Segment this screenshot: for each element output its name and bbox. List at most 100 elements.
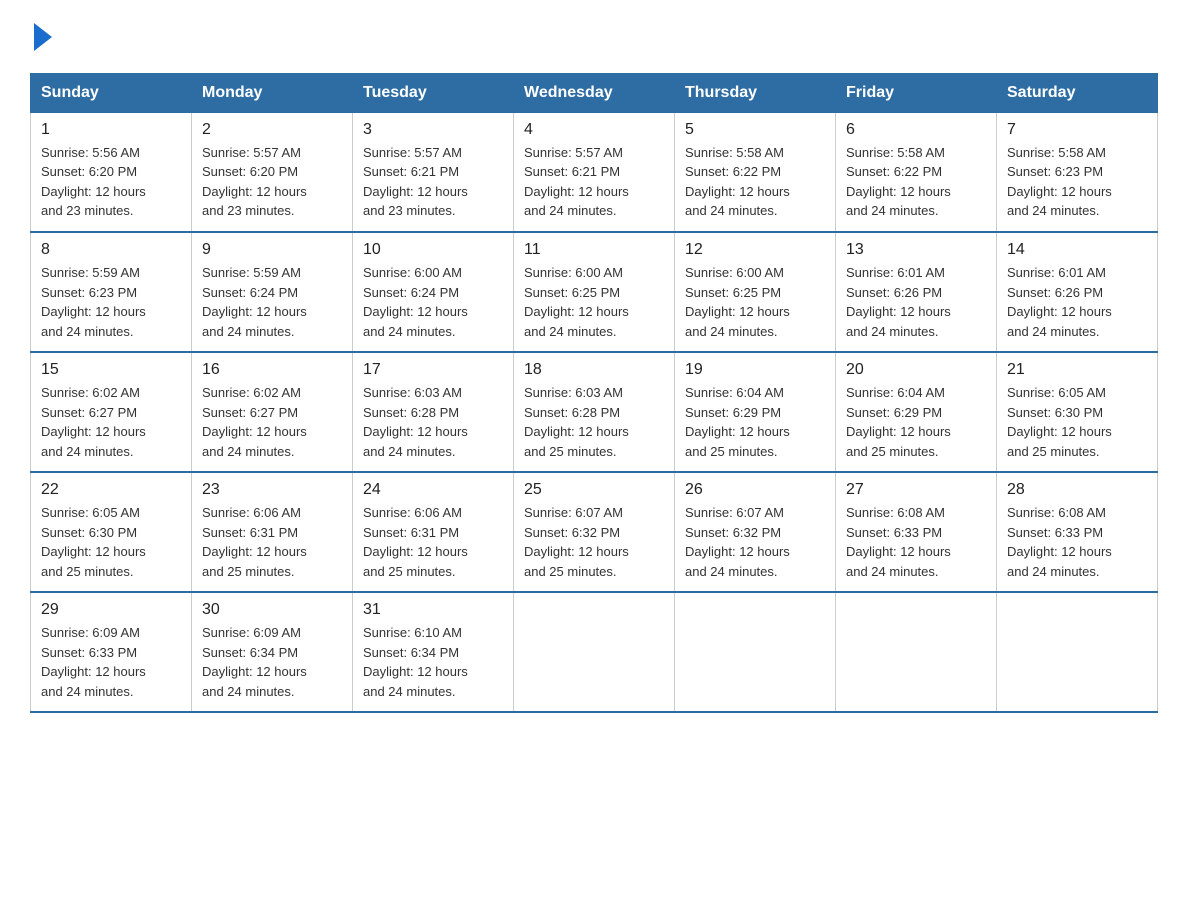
logo — [30, 20, 52, 53]
day-number: 23 — [202, 481, 342, 499]
day-number: 28 — [1007, 481, 1147, 499]
calendar-cell: 28 Sunrise: 6:08 AM Sunset: 6:33 PM Dayl… — [997, 472, 1158, 592]
day-number: 3 — [363, 121, 503, 139]
day-info: Sunrise: 5:57 AM Sunset: 6:21 PM Dayligh… — [363, 143, 503, 221]
day-info: Sunrise: 5:58 AM Sunset: 6:23 PM Dayligh… — [1007, 143, 1147, 221]
day-number: 19 — [685, 361, 825, 379]
calendar-cell — [514, 592, 675, 712]
calendar-cell: 5 Sunrise: 5:58 AM Sunset: 6:22 PM Dayli… — [675, 112, 836, 232]
day-info: Sunrise: 5:58 AM Sunset: 6:22 PM Dayligh… — [685, 143, 825, 221]
header-wednesday: Wednesday — [514, 73, 675, 112]
day-number: 4 — [524, 121, 664, 139]
calendar-cell: 6 Sunrise: 5:58 AM Sunset: 6:22 PM Dayli… — [836, 112, 997, 232]
calendar-week-5: 29 Sunrise: 6:09 AM Sunset: 6:33 PM Dayl… — [31, 592, 1158, 712]
header-tuesday: Tuesday — [353, 73, 514, 112]
day-info: Sunrise: 5:57 AM Sunset: 6:20 PM Dayligh… — [202, 143, 342, 221]
day-info: Sunrise: 6:06 AM Sunset: 6:31 PM Dayligh… — [202, 503, 342, 581]
calendar-cell: 7 Sunrise: 5:58 AM Sunset: 6:23 PM Dayli… — [997, 112, 1158, 232]
day-info: Sunrise: 6:00 AM Sunset: 6:24 PM Dayligh… — [363, 263, 503, 341]
day-number: 20 — [846, 361, 986, 379]
day-number: 22 — [41, 481, 181, 499]
calendar-cell: 30 Sunrise: 6:09 AM Sunset: 6:34 PM Dayl… — [192, 592, 353, 712]
day-number: 21 — [1007, 361, 1147, 379]
calendar-week-1: 1 Sunrise: 5:56 AM Sunset: 6:20 PM Dayli… — [31, 112, 1158, 232]
header-sunday: Sunday — [31, 73, 192, 112]
calendar-cell: 27 Sunrise: 6:08 AM Sunset: 6:33 PM Dayl… — [836, 472, 997, 592]
day-info: Sunrise: 6:08 AM Sunset: 6:33 PM Dayligh… — [1007, 503, 1147, 581]
day-info: Sunrise: 6:08 AM Sunset: 6:33 PM Dayligh… — [846, 503, 986, 581]
page-header — [30, 20, 1158, 53]
day-number: 2 — [202, 121, 342, 139]
day-info: Sunrise: 5:58 AM Sunset: 6:22 PM Dayligh… — [846, 143, 986, 221]
calendar-cell: 16 Sunrise: 6:02 AM Sunset: 6:27 PM Dayl… — [192, 352, 353, 472]
day-number: 18 — [524, 361, 664, 379]
calendar-cell: 22 Sunrise: 6:05 AM Sunset: 6:30 PM Dayl… — [31, 472, 192, 592]
day-info: Sunrise: 6:09 AM Sunset: 6:34 PM Dayligh… — [202, 623, 342, 701]
day-info: Sunrise: 6:07 AM Sunset: 6:32 PM Dayligh… — [685, 503, 825, 581]
header-thursday: Thursday — [675, 73, 836, 112]
calendar-cell: 11 Sunrise: 6:00 AM Sunset: 6:25 PM Dayl… — [514, 232, 675, 352]
day-info: Sunrise: 6:01 AM Sunset: 6:26 PM Dayligh… — [1007, 263, 1147, 341]
day-info: Sunrise: 6:05 AM Sunset: 6:30 PM Dayligh… — [41, 503, 181, 581]
day-info: Sunrise: 6:00 AM Sunset: 6:25 PM Dayligh… — [524, 263, 664, 341]
calendar-cell: 29 Sunrise: 6:09 AM Sunset: 6:33 PM Dayl… — [31, 592, 192, 712]
day-info: Sunrise: 6:02 AM Sunset: 6:27 PM Dayligh… — [202, 383, 342, 461]
day-info: Sunrise: 6:05 AM Sunset: 6:30 PM Dayligh… — [1007, 383, 1147, 461]
calendar-cell: 23 Sunrise: 6:06 AM Sunset: 6:31 PM Dayl… — [192, 472, 353, 592]
calendar-cell: 25 Sunrise: 6:07 AM Sunset: 6:32 PM Dayl… — [514, 472, 675, 592]
day-number: 11 — [524, 241, 664, 259]
calendar-cell: 1 Sunrise: 5:56 AM Sunset: 6:20 PM Dayli… — [31, 112, 192, 232]
calendar-cell: 9 Sunrise: 5:59 AM Sunset: 6:24 PM Dayli… — [192, 232, 353, 352]
day-number: 24 — [363, 481, 503, 499]
day-number: 5 — [685, 121, 825, 139]
calendar-cell: 18 Sunrise: 6:03 AM Sunset: 6:28 PM Dayl… — [514, 352, 675, 472]
day-number: 17 — [363, 361, 503, 379]
calendar-cell: 13 Sunrise: 6:01 AM Sunset: 6:26 PM Dayl… — [836, 232, 997, 352]
calendar-cell: 21 Sunrise: 6:05 AM Sunset: 6:30 PM Dayl… — [997, 352, 1158, 472]
day-number: 10 — [363, 241, 503, 259]
day-info: Sunrise: 6:00 AM Sunset: 6:25 PM Dayligh… — [685, 263, 825, 341]
logo-arrow-icon — [34, 23, 52, 51]
day-number: 30 — [202, 601, 342, 619]
day-number: 29 — [41, 601, 181, 619]
day-number: 6 — [846, 121, 986, 139]
header-friday: Friday — [836, 73, 997, 112]
day-number: 13 — [846, 241, 986, 259]
calendar-cell: 8 Sunrise: 5:59 AM Sunset: 6:23 PM Dayli… — [31, 232, 192, 352]
calendar-cell: 4 Sunrise: 5:57 AM Sunset: 6:21 PM Dayli… — [514, 112, 675, 232]
calendar-cell: 3 Sunrise: 5:57 AM Sunset: 6:21 PM Dayli… — [353, 112, 514, 232]
day-info: Sunrise: 6:02 AM Sunset: 6:27 PM Dayligh… — [41, 383, 181, 461]
day-info: Sunrise: 6:03 AM Sunset: 6:28 PM Dayligh… — [524, 383, 664, 461]
calendar-cell: 31 Sunrise: 6:10 AM Sunset: 6:34 PM Dayl… — [353, 592, 514, 712]
calendar-cell: 20 Sunrise: 6:04 AM Sunset: 6:29 PM Dayl… — [836, 352, 997, 472]
day-info: Sunrise: 6:06 AM Sunset: 6:31 PM Dayligh… — [363, 503, 503, 581]
calendar-week-4: 22 Sunrise: 6:05 AM Sunset: 6:30 PM Dayl… — [31, 472, 1158, 592]
day-info: Sunrise: 6:09 AM Sunset: 6:33 PM Dayligh… — [41, 623, 181, 701]
calendar-cell: 10 Sunrise: 6:00 AM Sunset: 6:24 PM Dayl… — [353, 232, 514, 352]
calendar-header: Sunday Monday Tuesday Wednesday Thursday… — [31, 73, 1158, 112]
day-info: Sunrise: 5:59 AM Sunset: 6:23 PM Dayligh… — [41, 263, 181, 341]
day-number: 14 — [1007, 241, 1147, 259]
calendar-cell: 17 Sunrise: 6:03 AM Sunset: 6:28 PM Dayl… — [353, 352, 514, 472]
calendar-cell: 15 Sunrise: 6:02 AM Sunset: 6:27 PM Dayl… — [31, 352, 192, 472]
calendar-cell: 12 Sunrise: 6:00 AM Sunset: 6:25 PM Dayl… — [675, 232, 836, 352]
day-number: 25 — [524, 481, 664, 499]
day-number: 9 — [202, 241, 342, 259]
calendar-cell — [997, 592, 1158, 712]
header-row: Sunday Monday Tuesday Wednesday Thursday… — [31, 73, 1158, 112]
calendar-body: 1 Sunrise: 5:56 AM Sunset: 6:20 PM Dayli… — [31, 112, 1158, 712]
calendar-cell — [836, 592, 997, 712]
calendar-cell: 19 Sunrise: 6:04 AM Sunset: 6:29 PM Dayl… — [675, 352, 836, 472]
calendar-cell — [675, 592, 836, 712]
day-info: Sunrise: 6:04 AM Sunset: 6:29 PM Dayligh… — [846, 383, 986, 461]
day-number: 15 — [41, 361, 181, 379]
day-number: 12 — [685, 241, 825, 259]
day-number: 26 — [685, 481, 825, 499]
day-number: 7 — [1007, 121, 1147, 139]
calendar-week-2: 8 Sunrise: 5:59 AM Sunset: 6:23 PM Dayli… — [31, 232, 1158, 352]
calendar-cell: 2 Sunrise: 5:57 AM Sunset: 6:20 PM Dayli… — [192, 112, 353, 232]
day-info: Sunrise: 6:01 AM Sunset: 6:26 PM Dayligh… — [846, 263, 986, 341]
calendar-cell: 14 Sunrise: 6:01 AM Sunset: 6:26 PM Dayl… — [997, 232, 1158, 352]
day-number: 1 — [41, 121, 181, 139]
day-number: 31 — [363, 601, 503, 619]
